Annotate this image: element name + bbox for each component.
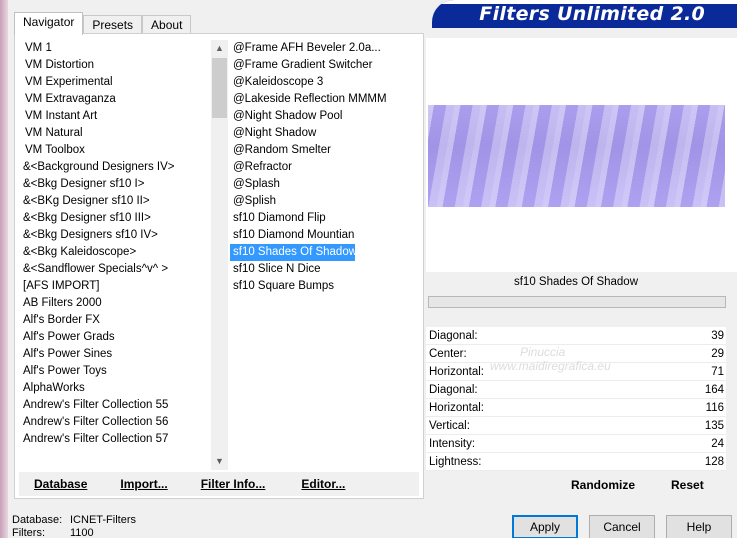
- filter-item[interactable]: @Splash: [230, 176, 420, 193]
- selected-filter-name: sf10 Shades Of Shadow: [513, 276, 639, 288]
- apply-button[interactable]: Apply: [512, 515, 578, 538]
- tab-about[interactable]: About: [142, 15, 192, 35]
- param-label: Diagonal:: [429, 329, 478, 342]
- filter-item[interactable]: @Night Shadow: [230, 125, 420, 142]
- category-item[interactable]: &<Bkg Kaleidoscope>: [23, 244, 209, 261]
- param-value: 71: [711, 365, 724, 378]
- category-item[interactable]: Alf's Power Toys: [23, 363, 209, 380]
- category-item[interactable]: VM Extravaganza: [23, 91, 209, 108]
- filter-item[interactable]: @Random Smelter: [230, 142, 420, 159]
- randomize-row: Randomize Reset: [426, 478, 726, 498]
- category-item[interactable]: &<Sandflower Specials^v^ >: [23, 261, 209, 278]
- filter-item[interactable]: @Night Shadow Pool: [230, 108, 420, 125]
- scroll-thumb[interactable]: [212, 58, 227, 118]
- category-item[interactable]: VM Natural: [23, 125, 209, 142]
- window-edge: [0, 0, 8, 538]
- watermark-name: Pinuccia: [520, 345, 566, 359]
- tab-bar: Navigator Presets About: [14, 12, 192, 35]
- param-value: 135: [704, 419, 724, 432]
- param-value: 164: [704, 383, 724, 396]
- filters-count-value: 1100: [70, 527, 94, 538]
- param-label: Horizontal:: [429, 401, 484, 414]
- category-item[interactable]: &<Bkg Designer sf10 I>: [23, 176, 209, 193]
- category-item[interactable]: VM Distortion: [23, 57, 209, 74]
- category-item[interactable]: &<Background Designers IV>: [23, 159, 209, 176]
- filter-item[interactable]: sf10 Square Bumps: [230, 278, 420, 295]
- param-slider[interactable]: Horizontal: 116: [426, 399, 726, 417]
- category-item[interactable]: Alf's Border FX: [23, 312, 209, 329]
- filter-item[interactable]: @Frame Gradient Switcher: [230, 57, 420, 74]
- category-item[interactable]: Alf's Power Sines: [23, 346, 209, 363]
- tab-navigator[interactable]: Navigator: [14, 12, 84, 35]
- param-label: Diagonal:: [429, 383, 478, 396]
- filter-item[interactable]: @Splish: [230, 193, 420, 210]
- category-scrollbar[interactable]: ▲ ▼: [211, 40, 228, 470]
- scroll-up-icon[interactable]: ▲: [211, 40, 228, 57]
- import-button[interactable]: Import...: [120, 477, 167, 491]
- param-label: Lightness:: [429, 455, 482, 468]
- category-item[interactable]: &<BKg Designer sf10 II>: [23, 193, 209, 210]
- param-slider[interactable]: Lightness: 128: [426, 453, 726, 471]
- param-slider[interactable]: Diagonal: 39: [426, 327, 726, 345]
- filter-list[interactable]: @Frame AFH Beveler 2.0a... @Frame Gradien…: [230, 40, 420, 470]
- param-label: Intensity:: [429, 437, 476, 450]
- param-label: Center:: [429, 347, 467, 360]
- navigator-buttons: Database Import... Filter Info... Editor…: [19, 472, 419, 496]
- category-item[interactable]: VM Toolbox: [23, 142, 209, 159]
- param-label: Horizontal:: [429, 365, 484, 378]
- filter-item[interactable]: @Kaleidoscope 3: [230, 74, 420, 91]
- category-item[interactable]: Andrew's Filter Collection 57: [23, 431, 209, 448]
- category-list[interactable]: VM 1 VM Distortion VM Experimental VM Extra…: [23, 40, 209, 470]
- filter-item[interactable]: sf10 Diamond Flip: [230, 210, 420, 227]
- watermark-url: www.maidiregrafica.eu: [490, 359, 611, 373]
- category-item[interactable]: Andrew's Filter Collection 56: [23, 414, 209, 431]
- param-value: 29: [711, 347, 724, 360]
- filters-count-label: Filters:: [12, 527, 45, 538]
- category-item[interactable]: AlphaWorks: [23, 380, 209, 397]
- progress-bar: [428, 296, 726, 308]
- category-item[interactable]: Andrew's Filter Collection 55: [23, 397, 209, 414]
- app-title: Filters Unlimited 2.0: [479, 3, 705, 25]
- status-info: Database: ICNET-Filters Filters: 1100: [12, 514, 136, 538]
- filter-item[interactable]: sf10 Shades Of Shadow: [230, 244, 357, 261]
- param-slider[interactable]: Vertical: 135: [426, 417, 726, 435]
- category-item[interactable]: VM 1: [23, 40, 209, 57]
- category-item[interactable]: &<Bkg Designer sf10 III>: [23, 210, 209, 227]
- filter-info-button[interactable]: Filter Info...: [201, 477, 266, 491]
- category-item[interactable]: Alf's Power Grads: [23, 329, 209, 346]
- category-item[interactable]: VM Experimental: [23, 74, 209, 91]
- help-button[interactable]: Help: [666, 515, 732, 538]
- reset-button[interactable]: Reset: [671, 478, 704, 498]
- scroll-down-icon[interactable]: ▼: [211, 453, 228, 470]
- preview-image: [428, 105, 725, 207]
- category-item[interactable]: [AFS IMPORT]: [23, 278, 209, 295]
- category-item[interactable]: AB Filters 2000: [23, 295, 209, 312]
- param-slider[interactable]: Intensity: 24: [426, 435, 726, 453]
- category-item[interactable]: VM Instant Art: [23, 108, 209, 125]
- randomize-button[interactable]: Randomize: [571, 478, 635, 498]
- param-label: Vertical:: [429, 419, 470, 432]
- filter-item[interactable]: sf10 Slice N Dice: [230, 261, 420, 278]
- navigator-panel: VM 1 VM Distortion VM Experimental VM Extra…: [14, 33, 424, 499]
- filter-item[interactable]: @Lakeside Reflection MMMM: [230, 91, 420, 108]
- watermark: Pinuccia www.maidiregrafica.eu: [490, 345, 611, 373]
- param-slider[interactable]: Diagonal: 164: [426, 381, 726, 399]
- param-value: 24: [711, 437, 724, 450]
- editor-button[interactable]: Editor...: [301, 477, 345, 491]
- param-value: 128: [704, 455, 724, 468]
- tab-presets[interactable]: Presets: [83, 15, 143, 35]
- database-button[interactable]: Database: [34, 477, 87, 491]
- param-value: 116: [705, 401, 724, 414]
- database-value: ICNET-Filters: [70, 514, 136, 526]
- database-label: Database:: [12, 514, 63, 526]
- filter-item[interactable]: sf10 Diamond Mountian: [230, 227, 420, 244]
- title-banner: Filters Unlimited 2.0: [432, 0, 737, 28]
- preview-area: [426, 38, 737, 272]
- filter-item[interactable]: @Refractor: [230, 159, 420, 176]
- category-item[interactable]: &<Bkg Designers sf10 IV>: [23, 227, 209, 244]
- filter-item[interactable]: @Frame AFH Beveler 2.0a...: [230, 40, 420, 57]
- cancel-button[interactable]: Cancel: [589, 515, 655, 538]
- param-value: 39: [711, 329, 724, 342]
